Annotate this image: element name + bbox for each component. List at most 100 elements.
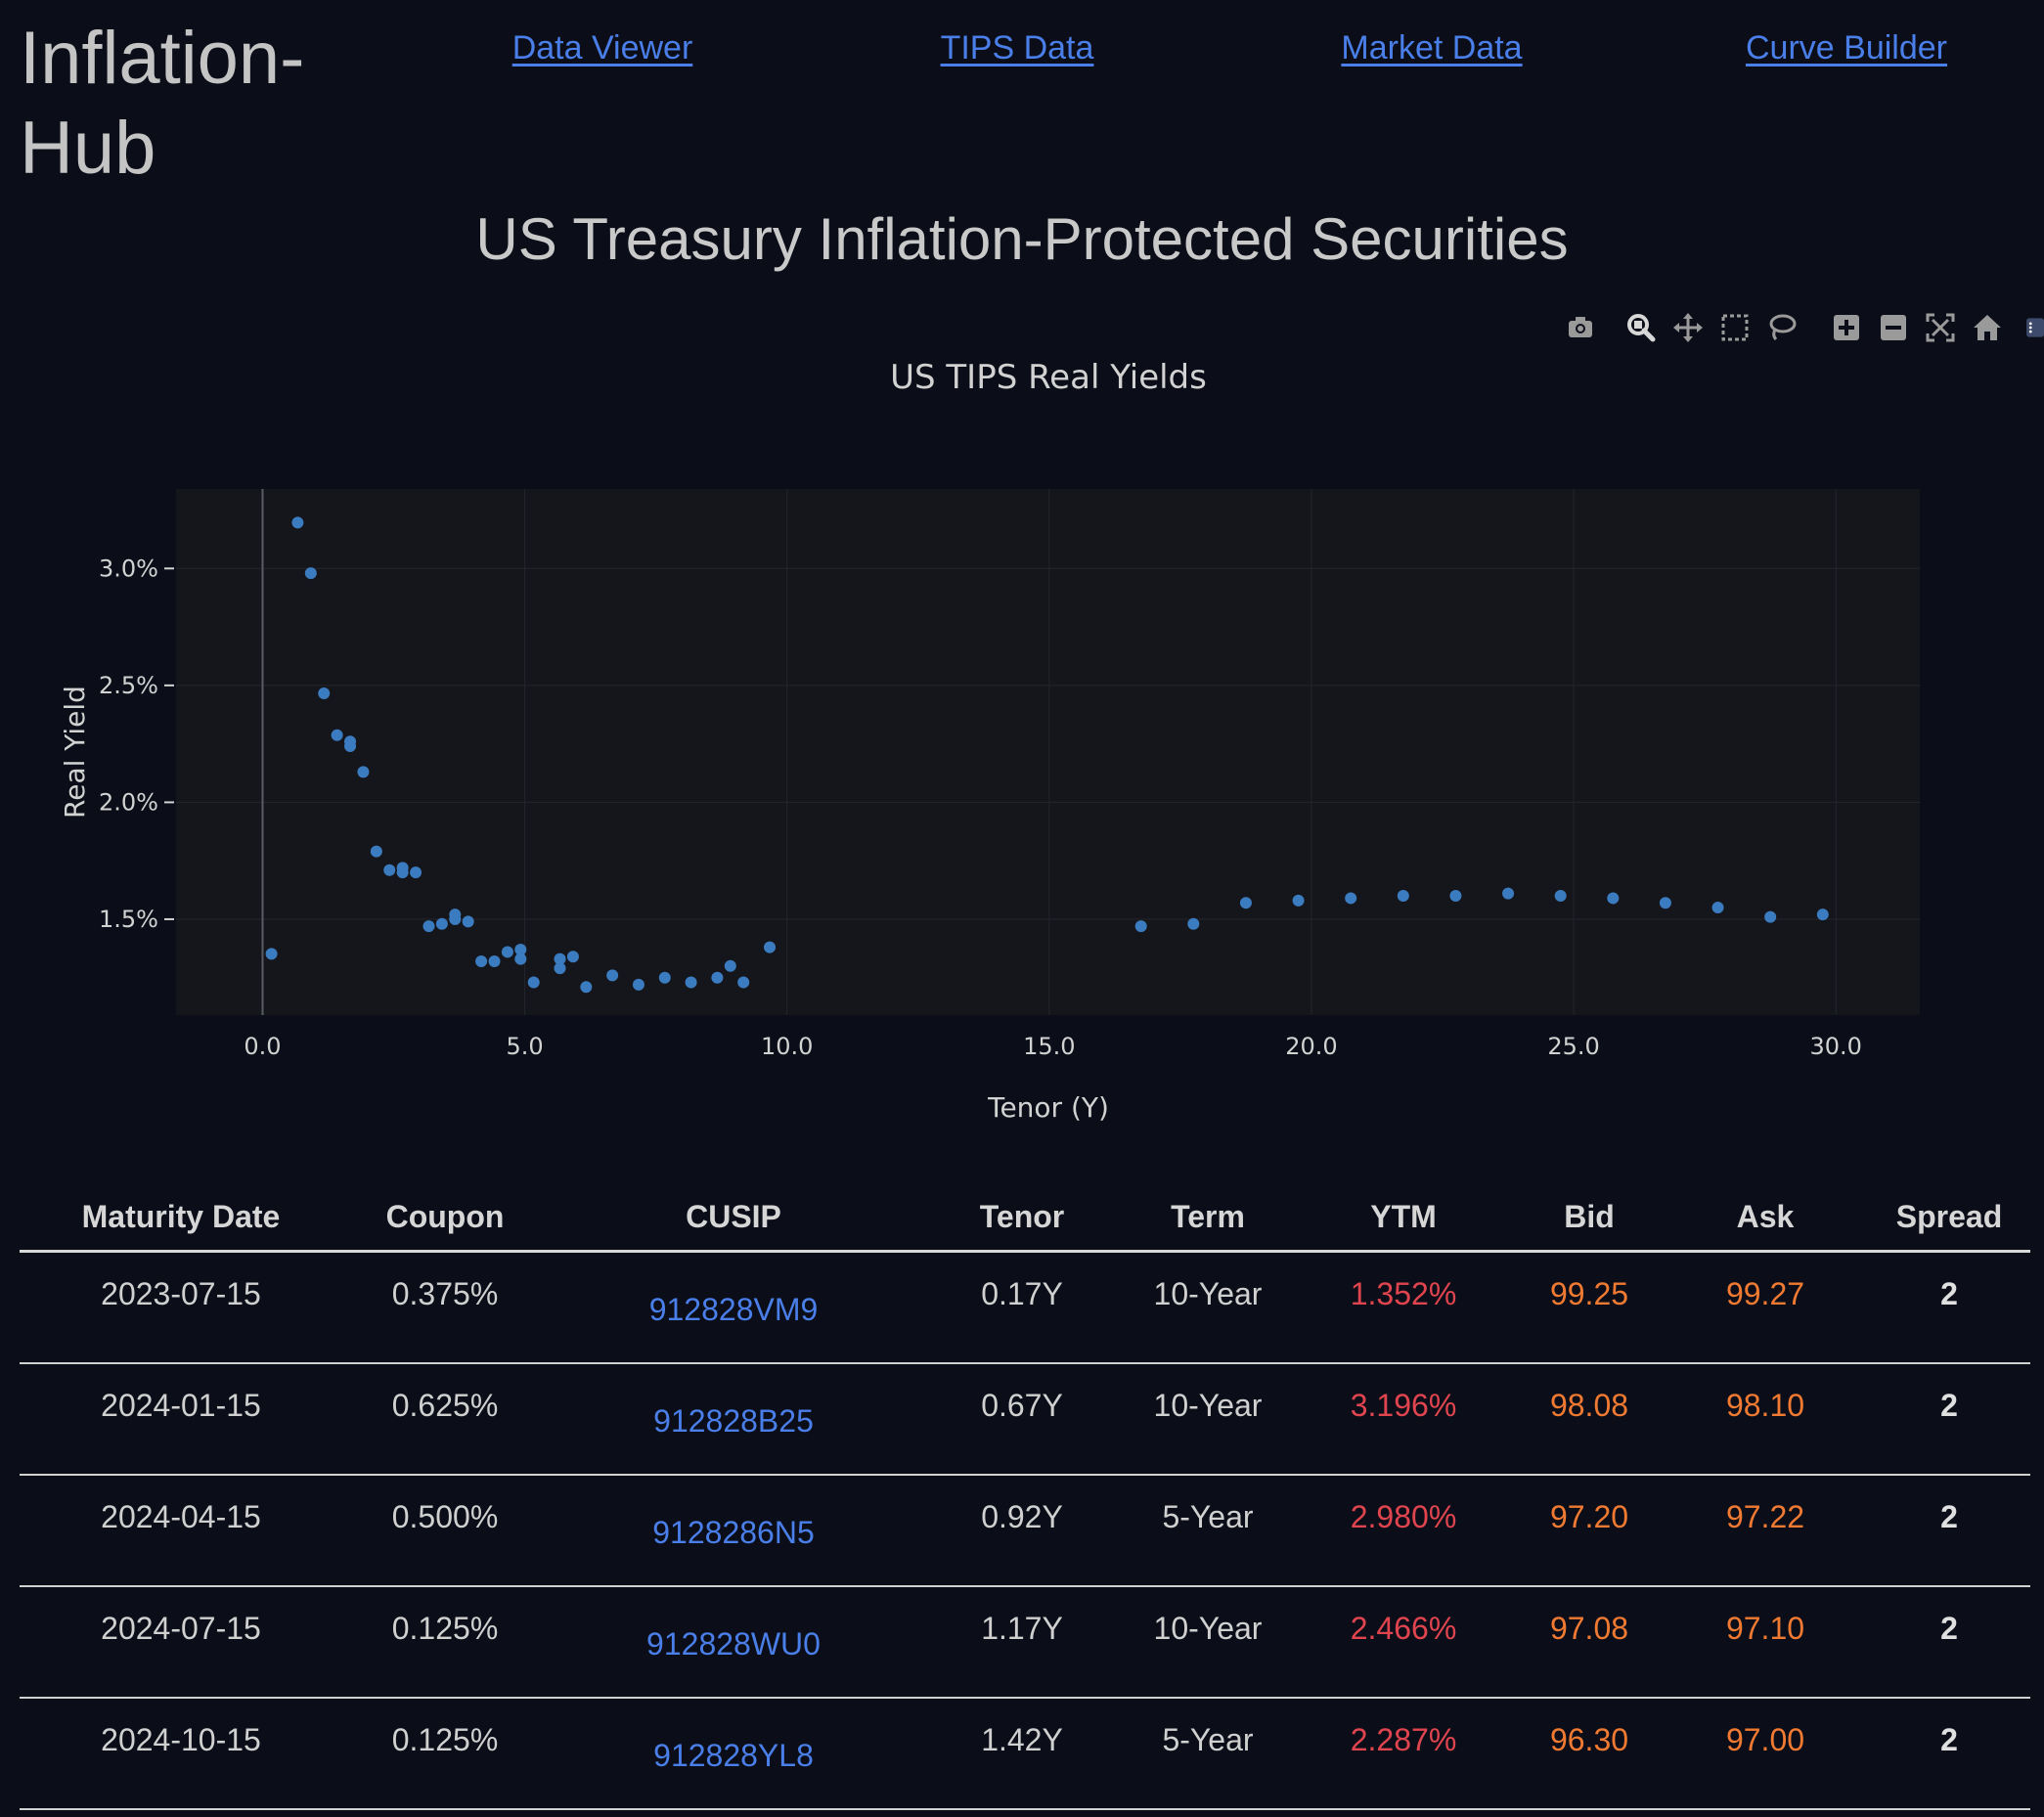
scatter-point[interactable]	[1239, 897, 1252, 909]
zoom-icon[interactable]	[1622, 308, 1661, 347]
nav-link-tips-data[interactable]: TIPS Data	[941, 29, 1094, 67]
x-tick-label: 25.0	[1547, 1033, 1599, 1060]
scatter-point[interactable]	[658, 971, 671, 984]
col-header-cusip[interactable]: CUSIP	[548, 1183, 919, 1253]
scatter-point[interactable]	[737, 976, 750, 989]
cell-tenor: 0.17Y	[919, 1251, 1125, 1364]
col-header-bid[interactable]: Bid	[1516, 1183, 1663, 1253]
scatter-point[interactable]	[1397, 890, 1409, 903]
scatter-point[interactable]	[370, 845, 382, 858]
scatter-point[interactable]	[318, 687, 331, 699]
scatter-point[interactable]	[1134, 920, 1147, 933]
scatter-point[interactable]	[1449, 890, 1462, 903]
cell-tenor: 0.92Y	[919, 1475, 1125, 1587]
cell-spread: 2	[1868, 1698, 2030, 1810]
cell-bid: 98.08	[1516, 1363, 1663, 1476]
scatter-point[interactable]	[1187, 917, 1200, 930]
scatter-point[interactable]	[449, 912, 462, 925]
scatter-point[interactable]	[514, 953, 527, 965]
cusip-link[interactable]: 9128286N5	[652, 1476, 814, 1551]
cell-term: 5-Year	[1125, 1475, 1291, 1587]
cell-bid: 97.20	[1516, 1475, 1663, 1587]
cell-cusip: 912828YL8	[548, 1698, 919, 1810]
scatter-point[interactable]	[291, 516, 304, 529]
nav-link-curve-builder[interactable]: Curve Builder	[1746, 29, 1947, 67]
scatter-point[interactable]	[410, 866, 422, 879]
cusip-link[interactable]: 912828WU0	[646, 1587, 821, 1662]
scatter-point[interactable]	[764, 941, 777, 953]
scatter-point[interactable]	[1607, 892, 1620, 905]
cell-coupon: 0.375%	[342, 1251, 548, 1364]
scatter-point[interactable]	[422, 920, 435, 933]
scatter-point[interactable]	[501, 946, 513, 958]
scatter-point[interactable]	[632, 978, 644, 991]
cell-spread: 2	[1868, 1475, 2030, 1587]
scatter-point[interactable]	[475, 955, 488, 968]
pan-icon[interactable]	[1668, 308, 1708, 347]
cusip-link[interactable]: 912828VM9	[649, 1253, 819, 1328]
nav-link-market-data[interactable]: Market Data	[1341, 29, 1522, 67]
plot-area[interactable]	[176, 489, 1920, 1015]
scatter-point[interactable]	[344, 740, 357, 753]
cusip-link[interactable]: 912828B25	[653, 1364, 814, 1440]
tips-table: Maturity Date Coupon CUSIP Tenor Term YT…	[20, 1183, 2030, 1810]
cell-coupon: 0.500%	[342, 1475, 548, 1587]
cell-term: 5-Year	[1125, 1698, 1291, 1810]
scatter-point[interactable]	[527, 976, 540, 989]
scatter-point[interactable]	[566, 951, 579, 963]
cell-ytm: 2.466%	[1291, 1586, 1516, 1699]
scatter-point[interactable]	[1292, 894, 1305, 907]
cell-ytm: 2.980%	[1291, 1475, 1516, 1587]
cell-maturity: 2024-10-15	[20, 1698, 342, 1810]
zoom-in-icon[interactable]	[1827, 308, 1866, 347]
scatter-point[interactable]	[1764, 910, 1777, 923]
scatter-point[interactable]	[606, 969, 619, 982]
reset-axes-icon[interactable]	[1968, 308, 2007, 347]
scatter-point[interactable]	[724, 959, 736, 972]
nav-link-data-viewer[interactable]: Data Viewer	[512, 29, 693, 67]
cusip-link[interactable]: 912828YL8	[653, 1699, 814, 1774]
col-header-coupon[interactable]: Coupon	[342, 1183, 548, 1253]
cell-coupon: 0.125%	[342, 1586, 548, 1699]
lasso-select-icon[interactable]	[1762, 308, 1801, 347]
cell-spread: 2	[1868, 1251, 2030, 1364]
col-header-term[interactable]: Term	[1125, 1183, 1291, 1253]
table-row: 2024-01-15 0.625% 912828B25 0.67Y 10-Yea…	[20, 1363, 2030, 1476]
scatter-point[interactable]	[685, 976, 697, 989]
scatter-point[interactable]	[462, 915, 474, 928]
scatter-point[interactable]	[580, 981, 593, 994]
x-tick-label: 10.0	[761, 1033, 813, 1060]
scatter-point[interactable]	[1345, 892, 1357, 905]
scatter-point[interactable]	[331, 729, 343, 741]
scatter-point[interactable]	[488, 955, 501, 968]
cell-cusip: 9128286N5	[548, 1475, 919, 1587]
box-select-icon[interactable]	[1715, 308, 1755, 347]
real-yield-chart[interactable]: US TIPS Real Yields 0.0 5.0 10.0 15.0 20.0 25…	[0, 352, 2044, 1144]
scatter-point[interactable]	[396, 866, 409, 879]
scatter-point[interactable]	[1816, 908, 1829, 921]
cell-ytm: 2.287%	[1291, 1698, 1516, 1810]
plotly-logo-icon[interactable]	[2022, 308, 2044, 347]
scatter-point[interactable]	[435, 917, 448, 930]
scatter-point[interactable]	[304, 567, 317, 580]
col-header-tenor[interactable]: Tenor	[919, 1183, 1125, 1253]
table-row: 2024-07-15 0.125% 912828WU0 1.17Y 10-Yea…	[20, 1586, 2030, 1699]
scatter-point[interactable]	[554, 962, 566, 975]
scatter-point[interactable]	[383, 864, 396, 876]
autoscale-icon[interactable]	[1921, 308, 1960, 347]
scatter-point[interactable]	[1502, 887, 1515, 900]
col-header-ask[interactable]: Ask	[1663, 1183, 1868, 1253]
scatter-point[interactable]	[1659, 897, 1671, 909]
scatter-point[interactable]	[265, 948, 278, 960]
col-header-spread[interactable]: Spread	[1868, 1183, 2030, 1253]
cell-maturity: 2024-04-15	[20, 1475, 342, 1587]
camera-icon[interactable]	[1561, 308, 1600, 347]
scatter-point[interactable]	[1711, 902, 1724, 914]
cell-maturity: 2024-01-15	[20, 1363, 342, 1476]
col-header-maturity-date[interactable]: Maturity Date	[20, 1183, 342, 1253]
scatter-point[interactable]	[1554, 890, 1567, 903]
scatter-point[interactable]	[711, 971, 724, 984]
zoom-out-icon[interactable]	[1874, 308, 1913, 347]
col-header-ytm[interactable]: YTM	[1291, 1183, 1516, 1253]
scatter-point[interactable]	[357, 766, 370, 778]
